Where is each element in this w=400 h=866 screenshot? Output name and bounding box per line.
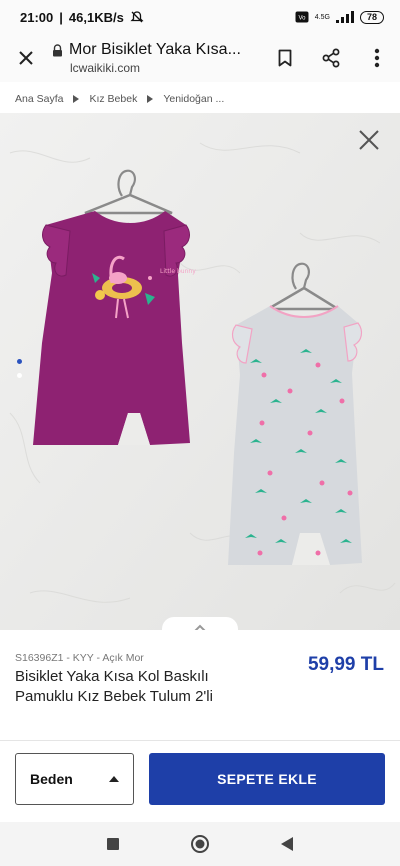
battery-indicator: 78 (359, 10, 384, 24)
share-icon (322, 48, 340, 68)
breadcrumb-item-girl-baby[interactable]: Kız Bebek (89, 93, 137, 105)
close-gallery-button[interactable] (356, 127, 382, 153)
chevron-right-icon (147, 95, 154, 103)
chevron-right-icon (73, 95, 80, 103)
product-name: Bisiklet Yaka Kısa Kol Baskılı Pamuklu K… (15, 668, 213, 705)
network-speed: 46,1KB/s (68, 9, 124, 25)
url-display[interactable]: Mor Bisiklet Yaka Kısa... lcwaikiki.com (52, 41, 262, 75)
close-icon (359, 130, 379, 150)
signal-type: 4.5G (314, 13, 330, 21)
gallery-dot-active[interactable] (17, 359, 22, 364)
grey-romper (228, 305, 363, 565)
purple-romper: Little bunny (33, 211, 196, 445)
gallery-dot[interactable] (17, 373, 22, 378)
add-to-cart-button[interactable]: SEPETE EKLE (149, 753, 385, 805)
more-options-button[interactable] (354, 34, 400, 82)
svg-text:Little bunny: Little bunny (160, 268, 196, 275)
status-bar: 21:00 | 46,1KB/s Vo 4.5G 78 (0, 0, 400, 34)
status-right: Vo 4.5G 78 (295, 10, 384, 24)
bookmark-button[interactable] (262, 34, 308, 82)
notification-muted-icon (130, 11, 144, 23)
product-image-gallery[interactable]: Little bunny (0, 113, 400, 630)
nav-home-icon (190, 835, 209, 853)
browser-toolbar: Mor Bisiklet Yaka Kısa... lcwaikiki.com (0, 34, 400, 82)
breadcrumb-item-newborn[interactable]: Yenidoğan ... (163, 93, 224, 105)
nav-back-icon (280, 837, 293, 851)
close-icon (19, 51, 33, 65)
nav-back-button[interactable] (267, 824, 307, 864)
nav-recents-button[interactable] (93, 824, 133, 864)
share-button[interactable] (308, 34, 354, 82)
status-left: 21:00 | 46,1KB/s (20, 10, 144, 25)
close-tab-button[interactable] (0, 34, 52, 82)
breadcrumb: Ana Sayfa Kız Bebek Yenidoğan ... (0, 84, 400, 114)
size-select[interactable]: Beden (15, 753, 134, 805)
breadcrumb-item-home[interactable]: Ana Sayfa (15, 93, 63, 105)
svg-text:Vo: Vo (298, 16, 306, 22)
status-divider: | (59, 9, 63, 25)
size-select-label: Beden (30, 771, 73, 787)
lock-icon (53, 43, 62, 56)
product-photo: Little bunny (0, 113, 400, 630)
more-vert-icon (374, 48, 380, 68)
gallery-pagination (17, 359, 22, 378)
browser-actions (262, 34, 400, 82)
caret-up-icon (109, 776, 119, 782)
nav-home-button[interactable] (180, 824, 220, 864)
expand-details-tab[interactable] (162, 617, 238, 630)
product-price: 59,99 TL (307, 654, 384, 675)
status-time: 21:00 (20, 9, 54, 25)
product-info: S16396Z1 - KYY - Açık Mor Bisiklet Yaka … (0, 630, 400, 740)
nav-recents-icon (107, 838, 120, 850)
url-title-row: Mor Bisiklet Yaka Kısa... (52, 41, 262, 59)
purchase-bar: Beden SEPETE EKLE (0, 740, 400, 822)
volte-icon: Vo (295, 11, 309, 23)
page-title: Mor Bisiklet Yaka Kısa... (69, 41, 241, 58)
page-domain: lcwaikiki.com (70, 61, 141, 75)
system-nav-bar (0, 822, 400, 866)
bookmark-icon (278, 49, 292, 67)
signal-icon (335, 11, 354, 23)
